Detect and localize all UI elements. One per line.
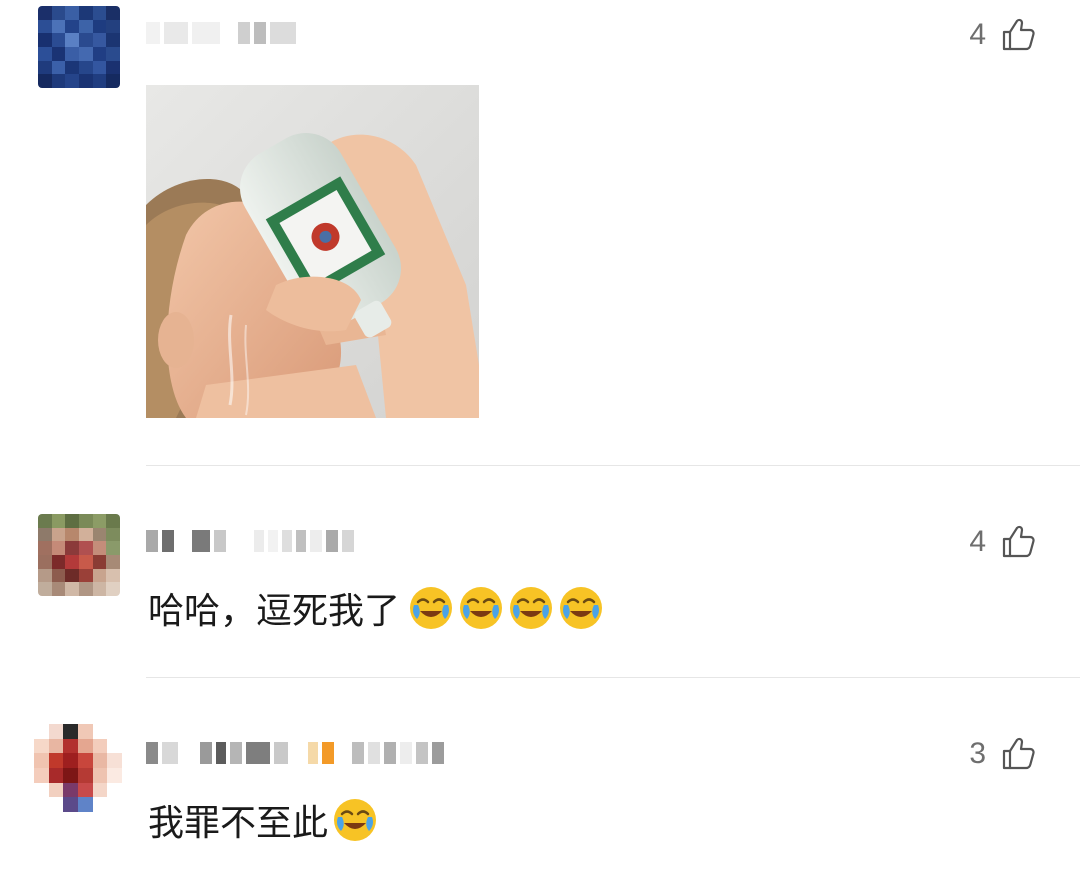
- comment-text: 哈哈，逗死我了: [148, 582, 604, 634]
- laughing-crying-emoji: [460, 587, 503, 629]
- like-count: 3: [969, 737, 986, 770]
- username[interactable]: [146, 738, 444, 768]
- avatar[interactable]: [34, 724, 122, 812]
- avatar[interactable]: [38, 514, 120, 596]
- photo-woman-drinking-bottle: [146, 85, 479, 418]
- like-button[interactable]: 4: [969, 17, 1036, 53]
- comment-text-content: 哈哈，逗死我了: [148, 591, 401, 632]
- like-button[interactable]: 4: [969, 524, 1036, 560]
- thumbs-up-icon: [1002, 18, 1035, 51]
- like-count: 4: [969, 18, 986, 51]
- laughing-crying-emoji: [560, 587, 603, 629]
- emoji-row: [408, 585, 604, 631]
- laughing-crying-emoji: [410, 587, 453, 629]
- laughing-crying-emoji: [510, 587, 553, 629]
- avatar[interactable]: [38, 6, 120, 88]
- thumbs-up-icon: [1002, 525, 1035, 558]
- username[interactable]: [146, 18, 296, 48]
- comment-item: 3 我罪不至此: [0, 678, 1080, 883]
- comment-photo[interactable]: [146, 85, 479, 418]
- comment-item: 4 哈哈，逗死我了: [0, 466, 1080, 678]
- laughing-crying-emoji: [334, 799, 377, 841]
- like-count: 4: [969, 525, 986, 558]
- comment-text: 我罪不至此: [148, 794, 378, 846]
- comment-list: 4 4 哈哈，逗死我了 3 我罪不至此: [0, 0, 1080, 883]
- comment-item: 4: [0, 0, 1080, 466]
- username[interactable]: [146, 526, 354, 556]
- comment-text-content: 我罪不至此: [148, 803, 329, 844]
- like-button[interactable]: 3: [969, 736, 1036, 772]
- thumbs-up-icon: [1002, 737, 1035, 770]
